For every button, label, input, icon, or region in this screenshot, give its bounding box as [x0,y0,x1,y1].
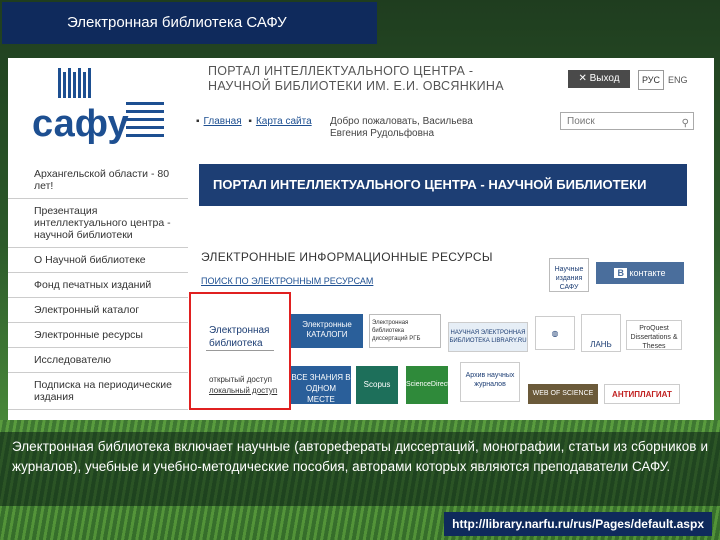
slide-caption: Электронная библиотека включает научные … [0,432,720,506]
slide-title: Электронная библиотека САФУ [2,2,377,44]
search-input[interactable]: Поиск ⚲ [560,112,694,130]
vk-icon: В [614,268,627,278]
sidebar-item-catalog[interactable]: Электронный каталог [8,298,188,323]
proquest-link[interactable]: ProQuest Dissertations & Theses [626,320,682,350]
section-title: ЭЛЕКТРОННЫЕ ИНФОРМАЦИОННЫЕ РЕСУРСЫ [201,250,493,264]
sidebar-item-researcher[interactable]: Исследователю [8,348,188,373]
open-access-link[interactable]: открытый доступ [209,374,277,385]
lang-en-button[interactable]: ENG [668,70,688,90]
sidebar-item-about[interactable]: О Научной библиотеке [8,248,188,273]
safu-publications-link[interactable]: Научные издания САФУ [549,258,589,292]
e-resources-search-link[interactable]: ПОИСК ПО ЭЛЕКТРОННЫМ РЕСУРСАМ [201,276,373,286]
web-of-science-link[interactable]: WEB OF SCIENCE [528,384,598,404]
vk-label: контакте [629,268,666,278]
globe-icon[interactable]: ◍ [535,316,575,350]
antiplagiat-link[interactable]: АНТИПЛАГИАТ [604,384,680,404]
home-link[interactable]: Главная [204,116,242,127]
sidebar-item-presentation[interactable]: Презентация интеллектуального центра - н… [8,199,188,248]
search-placeholder: Поиск [567,116,595,127]
electronic-library-link[interactable]: Электронная библиотека [209,324,269,350]
scopus-link[interactable]: Scopus [356,366,398,404]
local-access-link[interactable]: локальный доступ [209,385,277,396]
rgb-dissertations-link[interactable]: Электронная библиотека диссертаций РГБ [369,314,441,348]
portal-title-line1: ПОРТАЛ ИНТЕЛЛЕКТУАЛЬНОГО ЦЕНТРА - [208,64,474,78]
sitemap-link[interactable]: Карта сайта [256,116,312,127]
close-icon: ✕ [578,73,590,84]
lang-ru-button[interactable]: РУС [638,70,664,90]
welcome-text: Добро пожаловать, Васильева Евгения Рудо… [330,116,473,139]
portal-title-line2: НАУЧНОЙ БИБЛИОТЕКИ ИМ. Е.И. ОВСЯНКИНА [208,79,504,93]
sciencedirect-link[interactable]: ScienceDirect [406,366,448,404]
el-lib-line2: библиотека [209,338,263,349]
portal-header: ПОРТАЛ ИНТЕЛЛЕКТУАЛЬНОГО ЦЕНТРА - НАУЧНО… [208,64,504,94]
sidebar-item-subscription[interactable]: Подписка на периодические издания [8,373,188,410]
vkontakte-link[interactable]: В контакте [596,262,684,284]
safu-logo: сафу [32,68,164,145]
lan-link[interactable]: ЛАНЬ [581,314,621,352]
portal-banner: ПОРТАЛ ИНТЕЛЛЕКТУАЛЬНОГО ЦЕНТРА - НАУЧНО… [199,164,687,206]
catalogs-link[interactable]: Электронные КАТАЛОГИ [291,314,363,348]
sidebar: Архангельской области - 80 лет! Презента… [8,162,188,410]
home-icon: ▪ [196,116,200,127]
znanium-link[interactable]: ВСЕ ЗНАНИЯ В ОДНОМ МЕСТЕ znanium.com [291,366,351,404]
breadcrumb: ▪ Главная ▪ Карта сайта [196,116,316,127]
divider [206,350,274,351]
sidebar-item-print-fund[interactable]: Фонд печатных изданий [8,273,188,298]
access-options: открытый доступ локальный доступ [209,374,277,396]
sidebar-item-region[interactable]: Архангельской области - 80 лет! [8,162,188,199]
logo-wordmark: сафу [32,103,129,145]
elibrary-link[interactable]: НАУЧНАЯ ЭЛЕКТРОННАЯ БИБЛИОТЕКА LIBRARY.R… [448,322,528,352]
sitemap-icon: ▪ [248,116,252,127]
logout-label: Выход [589,73,620,84]
el-lib-line1: Электронная [209,325,270,336]
library-url[interactable]: http://library.narfu.ru/rus/Pages/defaul… [444,512,712,536]
sidebar-item-e-resources[interactable]: Электронные ресурсы [8,323,188,348]
search-icon[interactable]: ⚲ [682,115,689,133]
journal-archive-link[interactable]: Архив научных журналов [460,362,520,402]
logout-button[interactable]: ✕ Выход [568,70,630,88]
website-screenshot: сафу ПОРТАЛ ИНТЕЛЛЕКТУАЛЬНОГО ЦЕНТРА - Н… [8,58,714,420]
